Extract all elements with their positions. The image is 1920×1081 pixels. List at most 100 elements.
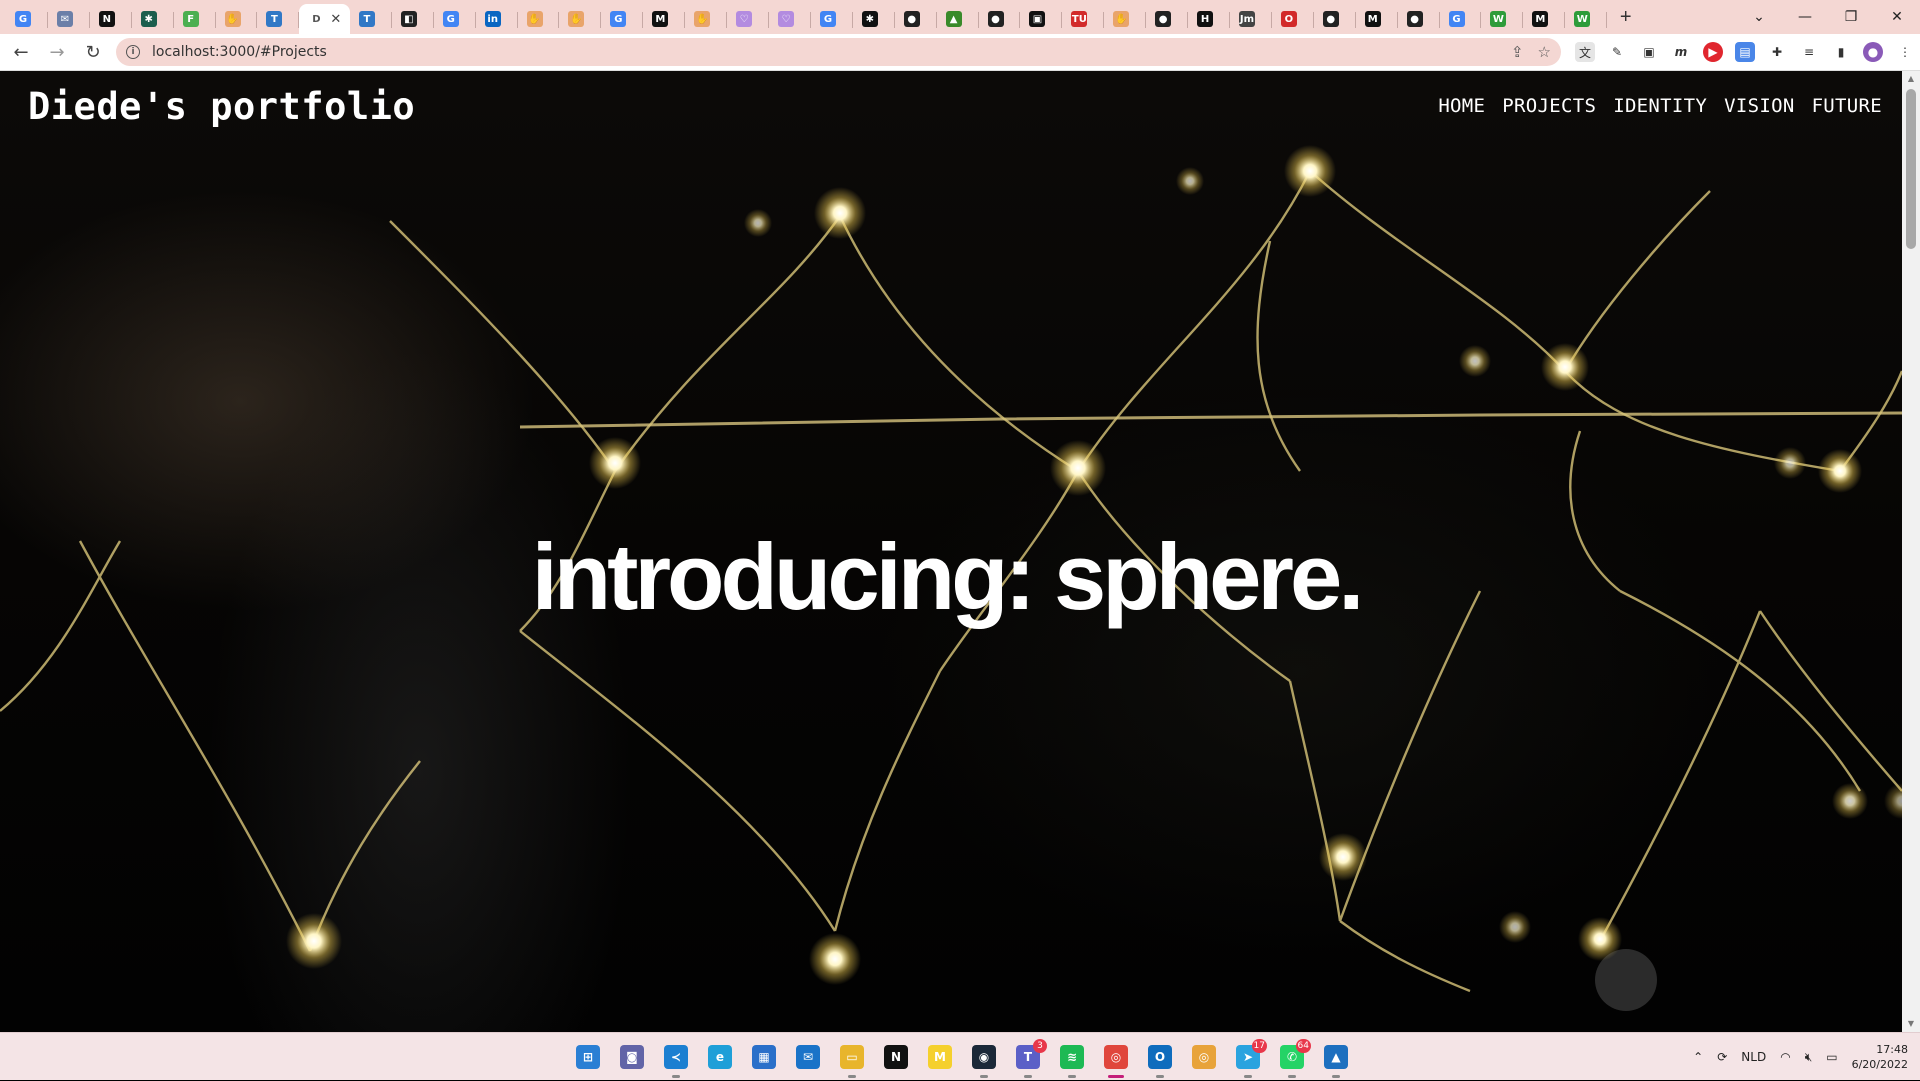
tab[interactable]: ♡ — [727, 4, 769, 34]
picture-in-picture-icon[interactable]: ▣ — [1639, 42, 1659, 62]
reload-icon[interactable]: ↻ — [78, 37, 108, 67]
tab[interactable]: ✱ — [853, 4, 895, 34]
windows-start-icon[interactable]: ⊞ — [572, 1041, 604, 1073]
puzzle-extensions-icon[interactable]: ✚ — [1767, 42, 1787, 62]
m-extension-icon[interactable]: m — [1671, 42, 1691, 62]
tab[interactable]: H — [1188, 4, 1230, 34]
close-window-icon[interactable]: ✕ — [1874, 9, 1920, 25]
menu-kebab-icon[interactable]: ⋮ — [1895, 42, 1915, 62]
tab[interactable]: W — [1481, 4, 1524, 34]
chrome-icon[interactable]: ◎ — [1100, 1041, 1132, 1078]
photos-icon[interactable]: ▲ — [1320, 1041, 1352, 1078]
tab[interactable]: F — [174, 4, 216, 34]
outlook-glyph: O — [1148, 1045, 1172, 1069]
vscode-icon[interactable]: ≺ — [660, 1041, 692, 1078]
tab[interactable]: M — [1356, 4, 1398, 34]
page-scrollbar[interactable]: ▲ ▼ — [1902, 71, 1920, 1032]
tab[interactable]: TU — [1062, 4, 1105, 34]
eyedropper-extension-icon[interactable]: ✎ — [1607, 42, 1627, 62]
language-indicator[interactable]: NLD — [1741, 1050, 1766, 1064]
tab[interactable]: ✋ — [685, 4, 728, 34]
file-explorer-icon[interactable]: ▭ — [836, 1041, 868, 1078]
edge-icon[interactable]: e — [704, 1041, 736, 1073]
tab[interactable]: G — [811, 4, 853, 34]
tray-overflow-chevron-icon[interactable]: ⌃ — [1693, 1050, 1703, 1064]
tab[interactable]: ✋ — [1104, 4, 1147, 34]
teams-chat-icon[interactable]: ◙ — [616, 1041, 648, 1073]
tab[interactable]: ● — [979, 4, 1021, 34]
side-panel-icon[interactable]: ▮ — [1831, 42, 1851, 62]
nav-projects[interactable]: PROJECTS — [1502, 95, 1596, 117]
clock[interactable]: 17:48 6/20/2022 — [1852, 1042, 1908, 1072]
tab[interactable]: ✱ — [132, 4, 174, 34]
tab[interactable]: ● — [1398, 4, 1440, 34]
tab[interactable]: W — [1565, 4, 1608, 34]
record-extension-icon[interactable]: ▶ — [1703, 42, 1723, 62]
battery-icon[interactable]: ▭ — [1826, 1050, 1837, 1064]
forward-icon[interactable]: → — [42, 37, 72, 67]
tab[interactable]: ✋ — [559, 4, 602, 34]
store-icon[interactable]: ▦ — [748, 1041, 780, 1073]
tab[interactable]: M — [643, 4, 686, 34]
tab[interactable]: ● — [1314, 4, 1356, 34]
address-bar[interactable]: i localhost:3000/#Projects ⇪ ☆ — [116, 38, 1561, 66]
tab[interactable]: ♡ — [769, 4, 811, 34]
nav-identity[interactable]: IDENTITY — [1613, 95, 1707, 117]
tab[interactable]: T — [257, 4, 300, 34]
sync-icon[interactable]: ⟳ — [1717, 1050, 1727, 1064]
new-tab-button[interactable]: + — [1611, 2, 1640, 32]
wifi-icon[interactable]: ◠ — [1780, 1050, 1790, 1064]
telegram-icon[interactable]: ➤ 17 — [1232, 1039, 1267, 1078]
scroll-up-arrow-icon[interactable]: ▲ — [1902, 71, 1920, 87]
tab[interactable]: G — [1440, 4, 1482, 34]
nav-future[interactable]: FUTURE — [1812, 95, 1882, 117]
tab[interactable]: ▲ — [937, 4, 979, 34]
nav-vision[interactable]: VISION — [1724, 95, 1794, 117]
translate-extension-icon[interactable]: 文 — [1575, 42, 1595, 62]
back-icon[interactable]: ← — [6, 37, 36, 67]
minimize-icon[interactable]: — — [1782, 9, 1828, 25]
tab-close-icon[interactable]: ✕ — [330, 11, 341, 27]
tab[interactable]: M — [1523, 4, 1566, 34]
chrome-profile-icon[interactable]: ◎ — [1188, 1041, 1220, 1073]
media-queue-icon[interactable]: ≡ — [1799, 42, 1819, 62]
tab[interactable]: T — [350, 4, 392, 34]
volume-muted-icon[interactable]: 🔇︎ — [1805, 1050, 1813, 1065]
site-brand[interactable]: Diede's portfolio — [28, 85, 415, 128]
tab[interactable]: Jm — [1230, 4, 1272, 34]
tab-search-icon[interactable]: ⌄ — [1736, 9, 1782, 25]
nav-home[interactable]: HOME — [1438, 95, 1485, 117]
tab[interactable]: N — [90, 4, 132, 34]
tab[interactable]: in — [476, 4, 518, 34]
notion-icon[interactable]: N — [880, 1041, 912, 1073]
whatsapp-icon[interactable]: ✆ 64 — [1276, 1039, 1311, 1078]
spotify-icon[interactable]: ≋ — [1056, 1041, 1088, 1078]
tab[interactable]: G — [6, 4, 48, 34]
share-icon[interactable]: ⇪ — [1511, 43, 1524, 61]
tab-active[interactable]: D ✕ — [299, 4, 350, 34]
bookmark-star-icon[interactable]: ☆ — [1538, 43, 1551, 61]
docs-extension-icon[interactable]: ▤ — [1735, 42, 1755, 62]
url-text[interactable]: localhost:3000/#Projects — [152, 44, 327, 60]
profile-avatar-icon[interactable]: ● — [1863, 42, 1883, 62]
notification-badge: 3 — [1033, 1039, 1047, 1053]
scroll-down-arrow-icon[interactable]: ▼ — [1902, 1016, 1920, 1032]
tab[interactable]: ● — [895, 4, 937, 34]
steam-icon[interactable]: ◉ — [968, 1041, 1000, 1078]
tab[interactable]: G — [601, 4, 644, 34]
tab[interactable]: ◧ — [392, 4, 434, 34]
miro-icon[interactable]: M — [924, 1041, 956, 1073]
tab[interactable]: G — [434, 4, 476, 34]
site-info-icon[interactable]: i — [126, 45, 140, 59]
tab[interactable]: ✋ — [518, 4, 560, 34]
tab[interactable]: O — [1272, 4, 1314, 34]
outlook-icon[interactable]: O — [1144, 1041, 1176, 1078]
tab[interactable]: ● — [1146, 4, 1188, 34]
mail-icon[interactable]: ✉ — [792, 1041, 824, 1073]
tab[interactable]: ✉ — [48, 4, 90, 34]
scroll-thumb[interactable] — [1906, 89, 1916, 249]
restore-icon[interactable]: ❐ — [1828, 9, 1874, 25]
tab[interactable]: ▣ — [1020, 4, 1063, 34]
tab[interactable]: ✋ — [216, 4, 258, 34]
teams-icon[interactable]: T3 — [1012, 1039, 1047, 1078]
